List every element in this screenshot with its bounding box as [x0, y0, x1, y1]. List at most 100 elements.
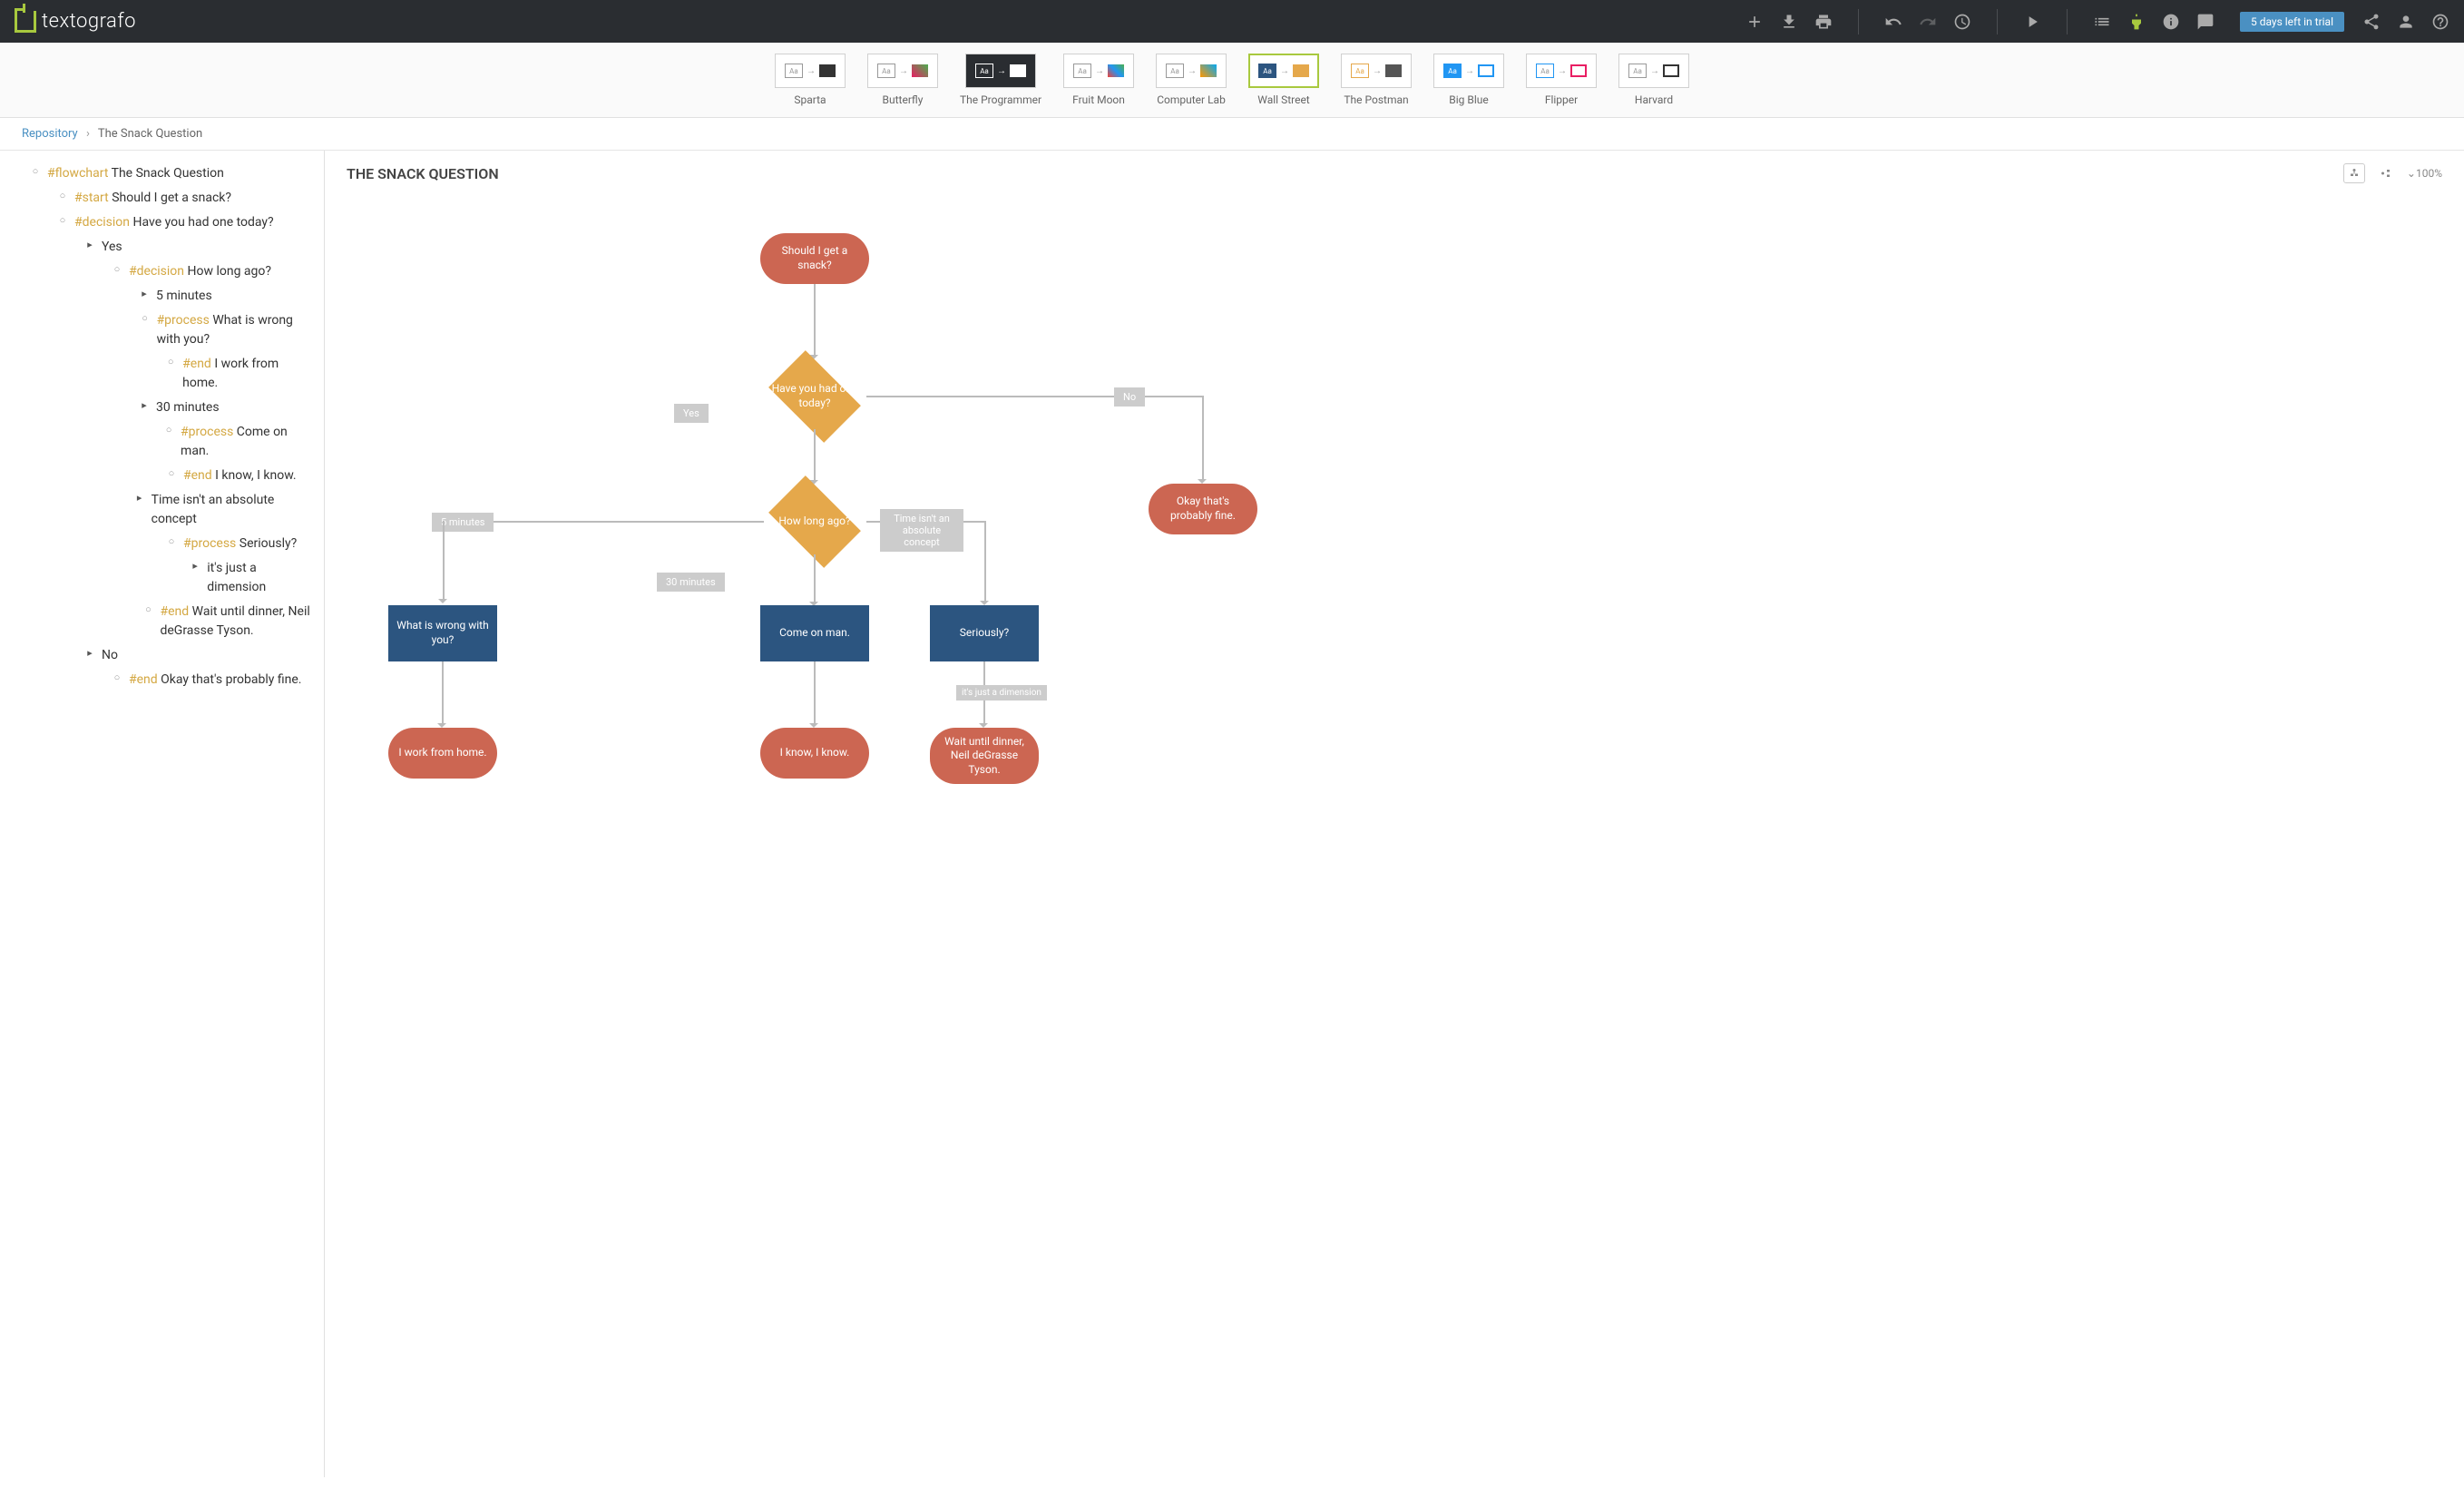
separator [1997, 9, 1998, 34]
edge [814, 661, 816, 725]
outline-text: #end I work from home. [182, 355, 317, 393]
outline-row[interactable]: ▸30 minutes [7, 396, 317, 420]
edge [866, 396, 1202, 397]
theme-item-fruitmoon[interactable]: Aa→Fruit Moon [1063, 54, 1134, 106]
arrow-icon: ▸ [133, 491, 146, 506]
outline-row[interactable]: ○ #process What is wrong with you? [7, 309, 317, 352]
outline-text: #process Seriously? [183, 534, 297, 554]
outline-text: 5 minutes [156, 287, 212, 306]
outline-row[interactable]: ○ #decision How long ago? [7, 260, 317, 284]
comment-icon[interactable] [2196, 13, 2215, 31]
outline-row[interactable]: ○#end Okay that's probably fine. [7, 668, 317, 692]
bullet-icon: ○ [139, 311, 152, 327]
node-process-1[interactable]: What is wrong with you? [388, 605, 497, 661]
outline-row[interactable]: ○ #process Come on man. [7, 420, 317, 464]
help-icon[interactable] [2431, 13, 2449, 31]
arrow-icon: ▸ [189, 559, 201, 574]
bullet-icon: ○ [162, 423, 175, 438]
play-icon[interactable] [2023, 13, 2041, 31]
print-icon[interactable] [1814, 13, 1833, 31]
outline-row[interactable]: ○#end Wait until dinner, Neil deGrasse T… [7, 600, 317, 643]
outline-text: #process Come on man. [181, 423, 317, 461]
theme-item-butterfly[interactable]: Aa→Butterfly [867, 54, 938, 106]
node-start[interactable]: Should I get a snack? [760, 233, 869, 284]
outline-row[interactable]: ○#process Seriously? [7, 532, 317, 556]
share-icon[interactable] [2362, 13, 2381, 31]
outline-text: #decision How long ago? [129, 262, 271, 281]
theme-item-sparta[interactable]: Aa→Sparta [775, 54, 846, 106]
node-end-4[interactable]: Okay that's probably fine. [1149, 484, 1257, 534]
outline-row[interactable]: ○ #end I work from home. [7, 352, 317, 396]
outline-row[interactable]: ▸No [7, 643, 317, 668]
outline-row[interactable]: ○ #end I know, I know. [7, 464, 317, 488]
bullet-icon: ○ [165, 466, 178, 482]
separator [2067, 9, 2068, 34]
outline-text: #end I know, I know. [183, 466, 297, 485]
edge-label-no: No [1114, 387, 1145, 407]
outline-panel[interactable]: ○#flowchart The Snack Question○#start Sh… [0, 151, 325, 1477]
bullet-icon: ○ [111, 262, 123, 278]
redo-icon[interactable] [1919, 13, 1937, 31]
theme-item-programmer[interactable]: Aa→The Programmer [960, 54, 1041, 106]
theme-item-computerlab[interactable]: Aa→Computer Lab [1156, 54, 1227, 106]
arrow-icon: ▸ [138, 287, 151, 302]
bullet-icon: ○ [56, 213, 69, 229]
outline-text: #end Okay that's probably fine. [129, 671, 301, 690]
layout-horizontal-icon[interactable] [2378, 168, 2394, 179]
download-icon[interactable] [1780, 13, 1798, 31]
outline-row[interactable]: ○#start Should I get a snack? [7, 186, 317, 211]
theme-gallery: Aa→Sparta Aa→Butterfly Aa→The Programmer… [0, 43, 2464, 118]
breadcrumb: Repository › The Snack Question [0, 118, 2464, 151]
edge [442, 661, 444, 725]
outline-text: #decision Have you had one today? [74, 213, 274, 232]
outline-row[interactable]: ▸Time isn't an absolute concept [7, 488, 317, 532]
bullet-icon: ○ [164, 355, 177, 370]
edge [814, 429, 816, 482]
topbar: textografo 5 days left in trial [0, 0, 2464, 43]
outline-row[interactable]: ▸ it's just a dimension [7, 556, 317, 600]
trial-badge[interactable]: 5 days left in trial [2240, 12, 2344, 32]
outline-row[interactable]: ▸ 5 minutes [7, 284, 317, 309]
node-process-2[interactable]: Come on man. [760, 605, 869, 661]
new-icon[interactable] [1745, 13, 1764, 31]
node-decision-2[interactable]: How long ago? [760, 485, 869, 558]
outline-text: Yes [102, 238, 122, 257]
outline-row[interactable]: ▸ Yes [7, 235, 317, 260]
theme-item-postman[interactable]: Aa→The Postman [1341, 54, 1412, 106]
edge-label-dimension: it's just a dimension [956, 685, 1047, 701]
arrow-icon: ▸ [83, 238, 96, 253]
edge-label-5min: 5 minutes [432, 513, 494, 532]
edge [814, 554, 816, 603]
canvas-area[interactable]: THE SNACK QUESTION ⌄ 100% Should I get a… [325, 151, 2464, 1477]
outline-row[interactable]: ○#flowchart The Snack Question [7, 162, 317, 186]
breadcrumb-root[interactable]: Repository [22, 127, 78, 141]
theme-item-bigblue[interactable]: Aa→Big Blue [1433, 54, 1504, 106]
outline-text: it's just a dimension [207, 559, 317, 597]
edge [1202, 396, 1204, 481]
history-icon[interactable] [1953, 13, 1971, 31]
theme-item-harvard[interactable]: Aa→Harvard [1618, 54, 1689, 106]
outline-text: 30 minutes [156, 398, 220, 417]
theme-item-wallstreet[interactable]: Aa→Wall Street [1248, 54, 1319, 106]
node-end-2[interactable]: I know, I know. [760, 728, 869, 779]
user-icon[interactable] [2397, 13, 2415, 31]
undo-icon[interactable] [1884, 13, 1902, 31]
outline-row[interactable]: ○ #decision Have you had one today? [7, 211, 317, 235]
node-process-3[interactable]: Seriously? [930, 605, 1039, 661]
node-end-1[interactable]: I work from home. [388, 728, 497, 779]
edge-label-time: Time isn't an absolute concept [880, 509, 963, 552]
info-icon[interactable] [2162, 13, 2180, 31]
app-logo[interactable]: textografo [15, 10, 136, 33]
layout-vertical-icon[interactable] [2343, 163, 2365, 183]
flowchart-canvas[interactable]: Should I get a snack? Have you had one t… [325, 197, 2464, 1104]
list-icon[interactable] [2093, 13, 2111, 31]
outline-text: #process What is wrong with you? [157, 311, 317, 349]
theme-item-flipper[interactable]: Aa→Flipper [1526, 54, 1597, 106]
node-end-3[interactable]: Wait until dinner, Neil deGrasse Tyson. [930, 728, 1039, 784]
canvas-title: THE SNACK QUESTION [347, 165, 2343, 182]
highlight-icon[interactable] [2127, 13, 2146, 31]
bullet-icon: ○ [56, 189, 69, 204]
node-decision-1[interactable]: Have you had one today? [760, 360, 869, 433]
canvas-header: THE SNACK QUESTION ⌄ 100% [325, 151, 2464, 197]
zoom-control[interactable]: ⌄ 100% [2407, 167, 2442, 180]
